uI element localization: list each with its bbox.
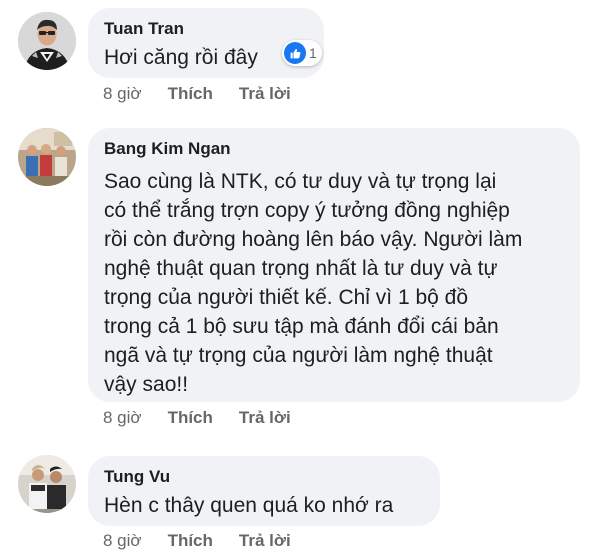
reaction-badge[interactable]: 1 (282, 40, 322, 66)
reaction-count: 1 (309, 45, 317, 61)
comment-timestamp[interactable]: 8 giờ (103, 84, 142, 104)
comment-actions: 8 giờ Thích Trả lời (103, 408, 291, 428)
comment-actions: 8 giờ Thích Trả lời (103, 531, 291, 551)
avatar[interactable] (18, 128, 76, 186)
comment-author[interactable]: Bang Kim Ngan (104, 139, 564, 159)
comment-author[interactable]: Tuan Tran (104, 19, 308, 39)
comment-bubble: Bang Kim Ngan Sao cùng là NTK, có tư duy… (88, 128, 580, 402)
comment-text-line: rồi còn đường hoàng lên báo vậy. Người l… (104, 228, 523, 251)
reply-button[interactable]: Trả lời (239, 531, 291, 551)
comment-thread: Tuan Tran Hơi căng rồi đây 1 8 giờ Thích… (0, 0, 600, 560)
like-button[interactable]: Thích (168, 408, 213, 428)
comment-timestamp[interactable]: 8 giờ (103, 408, 142, 428)
comment-text-line: Sao cùng là NTK, có tư duy và tự trọng l… (104, 170, 497, 193)
comment-bubble: Tung Vu Hèn c thây quen quá ko nhớ ra (88, 456, 440, 526)
comment-text: Hơi căng rồi đây (104, 43, 308, 72)
comment-text: Hèn c thây quen quá ko nhớ ra (104, 491, 424, 520)
comment-text-line: trọng của người thiết kế. Chỉ vì 1 bộ đồ (104, 286, 469, 309)
comment-actions: 8 giờ Thích Trả lời (103, 84, 291, 104)
comment-text-line: Hèn c thây quen quá ko nhớ ra (104, 494, 394, 517)
comment-author[interactable]: Tung Vu (104, 467, 424, 487)
comment-text: Sao cùng là NTK, có tư duy và tự trọng l… (104, 167, 564, 399)
comment-timestamp[interactable]: 8 giờ (103, 531, 142, 551)
comment-text-line: Hơi căng rồi đây (104, 46, 258, 69)
comment-text-line: nghệ thuật quan trọng nhất là tư duy và … (104, 257, 498, 280)
reply-button[interactable]: Trả lời (239, 408, 291, 428)
like-button[interactable]: Thích (168, 531, 213, 551)
comment-text-line: có thể trắng trợn copy ý tưởng đồng nghi… (104, 199, 510, 222)
comment-text-line: vậy sao!! (104, 373, 189, 396)
avatar[interactable] (18, 455, 76, 513)
comment-text-line: trong cả 1 bộ sưu tập mà đánh đổi cái bả… (104, 315, 499, 338)
reply-button[interactable]: Trả lời (239, 84, 291, 104)
like-icon (284, 42, 306, 64)
comment-text-line: ngã và tự trọng của người làm nghệ thuật (104, 344, 493, 367)
avatar[interactable] (18, 12, 76, 70)
like-button[interactable]: Thích (168, 84, 213, 104)
